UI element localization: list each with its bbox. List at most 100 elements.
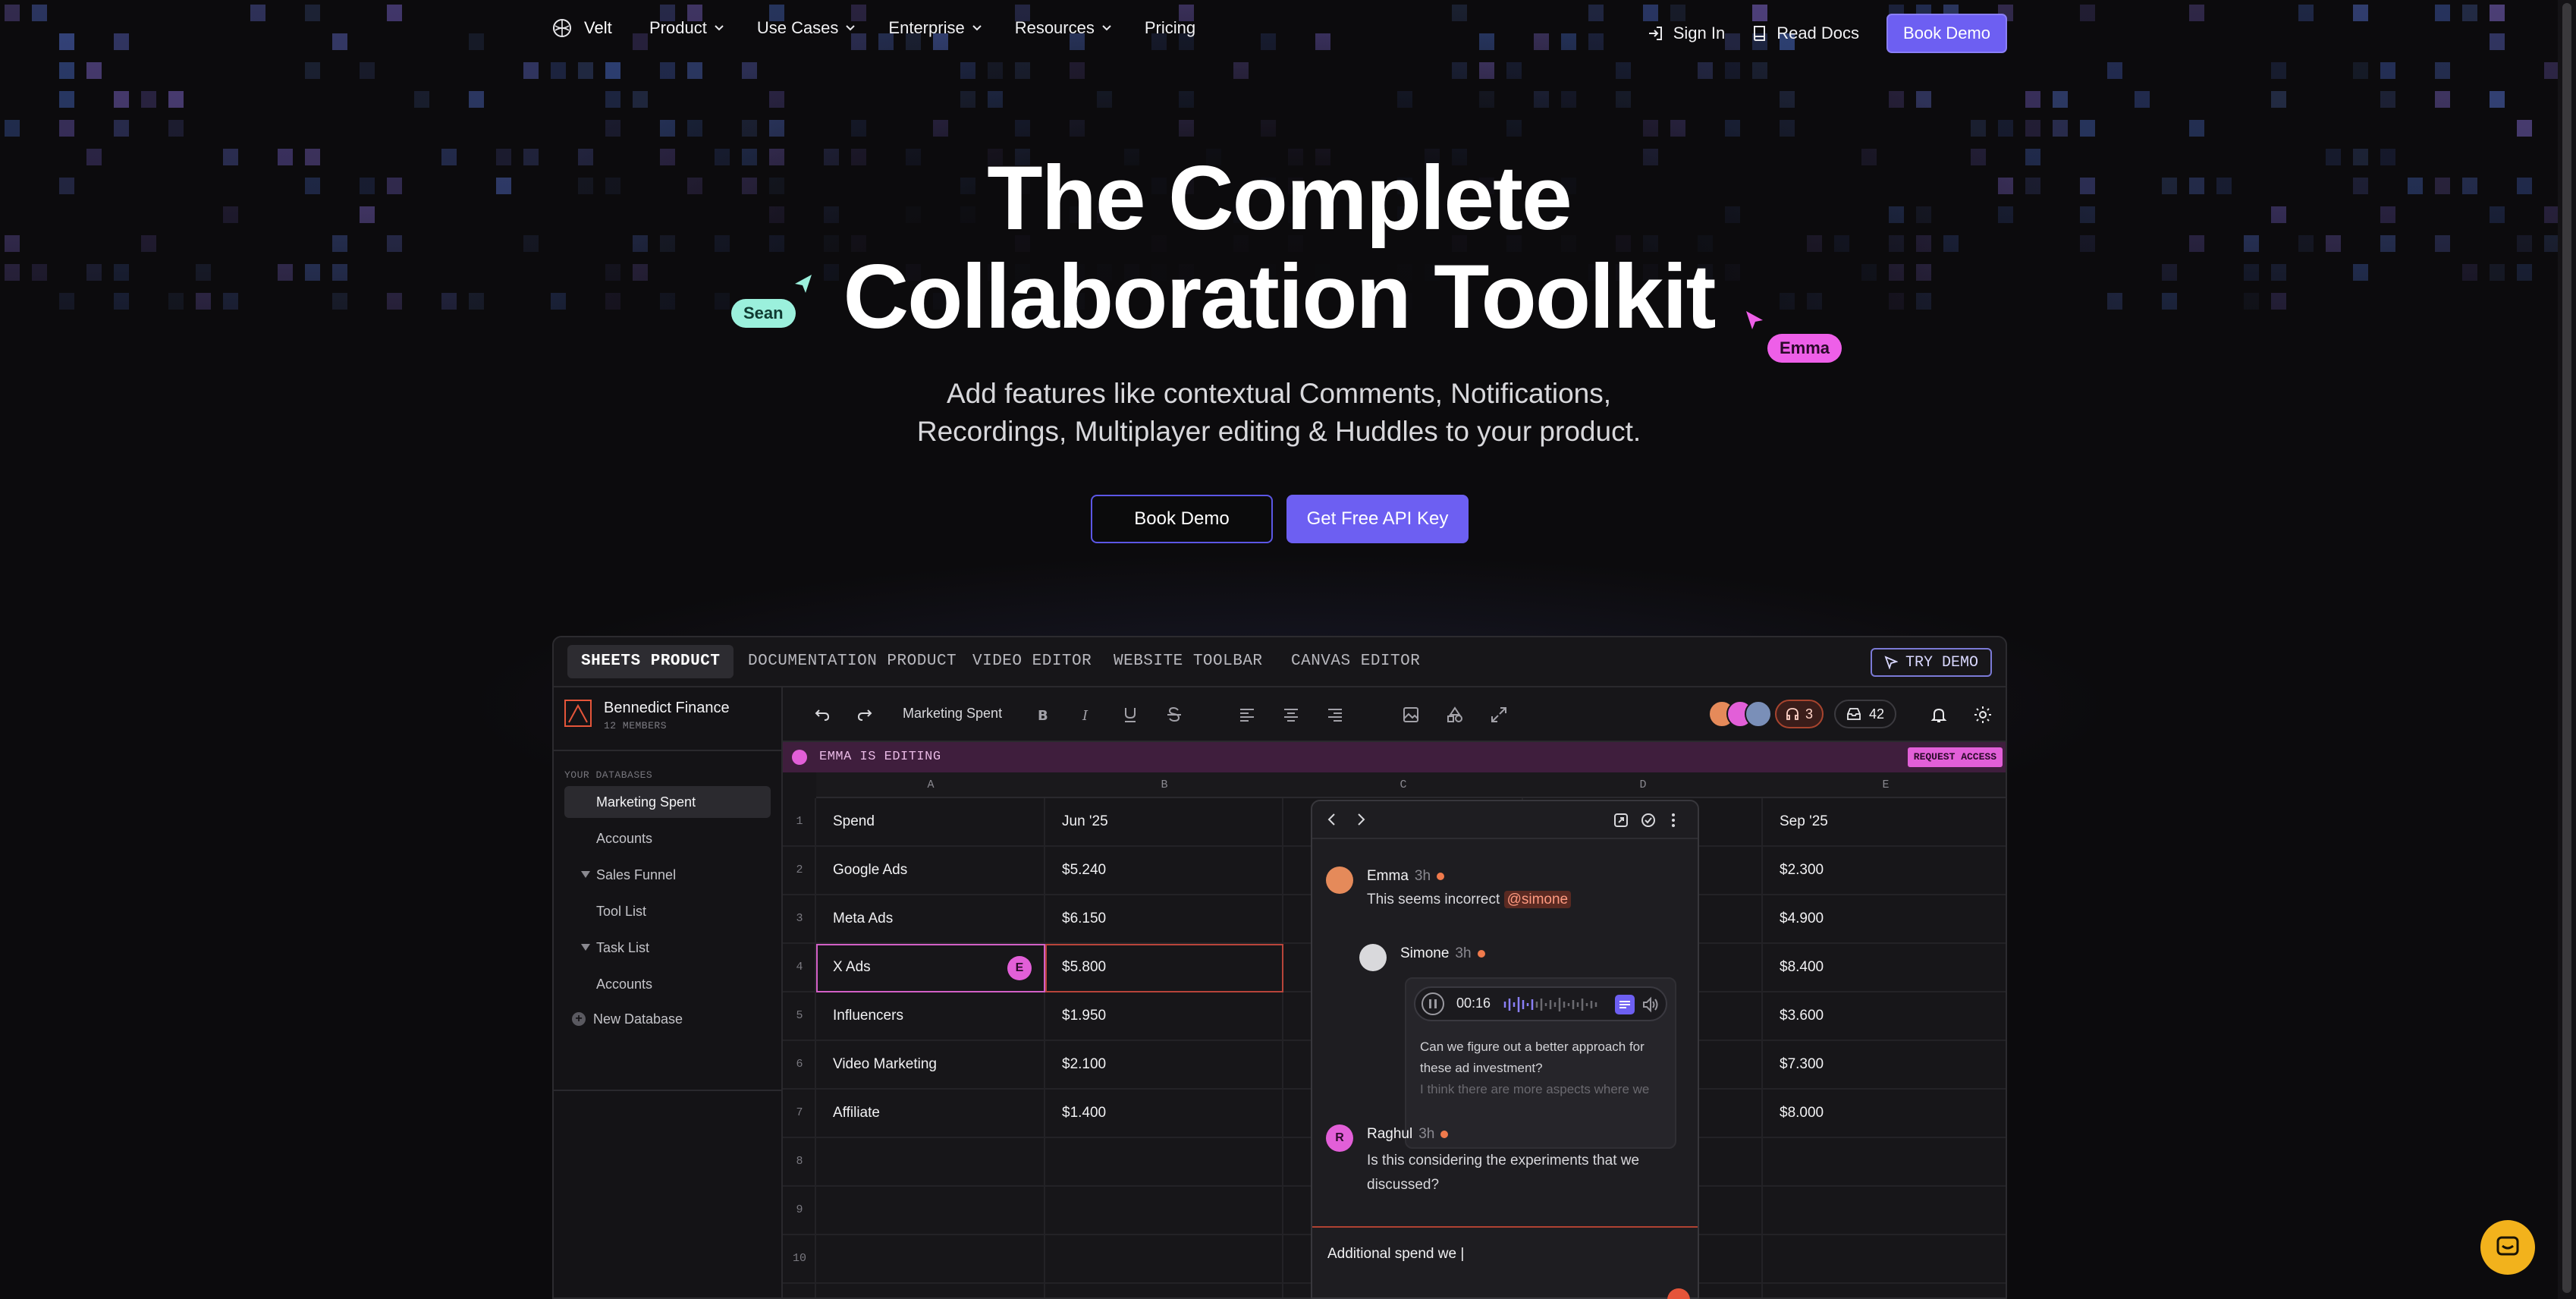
book-icon <box>1754 26 1766 41</box>
table-cell[interactable] <box>1763 1235 2006 1282</box>
velt-logo[interactable]: Velt <box>552 18 612 38</box>
table-cell[interactable]: Video Marketing <box>816 1041 1045 1088</box>
mention-chip[interactable]: @simone <box>1503 891 1572 908</box>
sidebar-group-task-list[interactable]: Task List <box>564 932 771 964</box>
pause-icon[interactable] <box>1422 992 1444 1015</box>
table-cell[interactable] <box>816 1138 1045 1185</box>
table-cell[interactable] <box>816 1235 1045 1282</box>
table-cell[interactable] <box>1763 1187 2006 1234</box>
request-access-button[interactable]: REQUEST ACCESS <box>1907 747 2003 767</box>
table-cell[interactable] <box>1045 1235 1283 1282</box>
get-api-key-button[interactable]: Get Free API Key <box>1286 495 1469 543</box>
align-left-icon[interactable] <box>1238 706 1256 724</box>
menu-use-cases[interactable]: Use Cases <box>757 18 856 38</box>
sidebar-item-accounts-2[interactable]: Accounts <box>564 968 771 1000</box>
chevron-left-icon[interactable] <box>1324 812 1340 827</box>
sidebar-item-accounts[interactable]: Accounts <box>564 822 771 854</box>
table-cell[interactable]: $2.300 <box>1763 847 2006 894</box>
column-header[interactable]: D <box>1523 772 1763 798</box>
table-cell[interactable]: $1.950 <box>1045 992 1283 1040</box>
underline-icon[interactable] <box>1121 706 1139 724</box>
sidebar-item-marketing-spent[interactable]: Marketing Spent <box>564 786 771 818</box>
row-number: 6 <box>796 1058 803 1071</box>
table-cell[interactable]: $2.100 <box>1045 1041 1283 1088</box>
chevron-right-icon[interactable] <box>1353 812 1368 827</box>
menu-resources[interactable]: Resources <box>1015 18 1111 38</box>
table-cell[interactable] <box>816 1187 1045 1234</box>
tab-website-toolbar[interactable]: WEBSITE TOOLBAR <box>1100 645 1277 678</box>
column-header[interactable]: C <box>1283 772 1523 798</box>
menu-product[interactable]: Product <box>649 18 724 38</box>
table-cell[interactable]: Jun '25 <box>1045 798 1283 845</box>
bold-icon[interactable]: B <box>1033 706 1051 724</box>
table-cell[interactable]: $6.150 <box>1045 895 1283 942</box>
comment-input[interactable]: Additional spend we | <box>1327 1246 1464 1263</box>
table-cell[interactable]: Google Ads <box>816 847 1045 894</box>
align-center-icon[interactable] <box>1282 706 1300 724</box>
inbox-count: 42 <box>1869 706 1885 722</box>
sidebar-group-sales-funnel[interactable]: Sales Funnel <box>564 859 771 891</box>
shapes-icon[interactable] <box>1446 706 1464 724</box>
table-cell[interactable] <box>1763 1138 2006 1185</box>
resolve-check-icon[interactable] <box>1640 812 1657 829</box>
table-cell[interactable]: $3.600 <box>1763 992 2006 1040</box>
column-header[interactable]: B <box>1045 772 1283 798</box>
table-cell[interactable]: $8.000 <box>1763 1090 2006 1137</box>
table-cell[interactable]: $8.400 <box>1763 944 2006 991</box>
table-cell[interactable]: Sep '25 <box>1763 798 2006 845</box>
bell-icon[interactable] <box>1930 706 1948 724</box>
table-cell[interactable] <box>1045 1138 1283 1185</box>
table-cell[interactable] <box>1045 1187 1283 1234</box>
table-cell[interactable]: $4.900 <box>1763 895 2006 942</box>
strikethrough-icon[interactable] <box>1165 706 1183 724</box>
table-cell[interactable]: Influencers <box>816 992 1045 1040</box>
hero-title-line-1: The Complete <box>987 147 1572 249</box>
italic-icon[interactable]: I <box>1077 706 1095 724</box>
table-cell[interactable]: $1.400 <box>1045 1090 1283 1137</box>
transcript-icon[interactable] <box>1614 994 1635 1015</box>
new-database-button[interactable]: + New Database <box>564 1003 771 1035</box>
column-header[interactable]: A <box>816 772 1045 798</box>
table-cell[interactable]: Spend <box>816 798 1045 845</box>
table-cell[interactable]: Affiliate <box>816 1090 1045 1137</box>
read-docs-link[interactable]: Read Docs <box>1752 24 1859 43</box>
workspace-header[interactable]: Bennedict Finance 12 MEMBERS <box>564 700 730 731</box>
column-header[interactable]: E <box>1763 772 2006 798</box>
comment-composer[interactable]: Additional spend we | <box>1312 1226 1698 1299</box>
redo-icon[interactable] <box>856 706 874 724</box>
sun-icon[interactable] <box>1974 706 1992 724</box>
tab-video-editor[interactable]: VIDEO EDITOR <box>959 645 1105 678</box>
comments-inbox-button[interactable]: 42 <box>1834 700 1897 728</box>
menu-pricing[interactable]: Pricing <box>1145 18 1195 38</box>
table-cell[interactable]: $7.300 <box>1763 1041 2006 1088</box>
table-cell[interactable]: $5.240 <box>1045 847 1283 894</box>
cursor-icon <box>1884 656 1898 669</box>
more-vertical-icon[interactable] <box>1669 812 1678 829</box>
image-icon[interactable] <box>1402 706 1420 724</box>
sheet-name[interactable]: Marketing Spent <box>903 706 1002 722</box>
tab-sheets-product[interactable]: SHEETS PRODUCT <box>567 645 734 678</box>
presence-avatars[interactable]: 3 <box>1708 700 1824 728</box>
send-button[interactable] <box>1667 1288 1690 1299</box>
tab-canvas-editor[interactable]: CANVAS EDITOR <box>1277 645 1434 678</box>
menu-enterprise[interactable]: Enterprise <box>888 18 982 38</box>
audio-player[interactable]: 00:16 <box>1414 986 1667 1021</box>
support-chat-button[interactable] <box>2480 1220 2535 1275</box>
tab-documentation-product[interactable]: DOCUMENTATION PRODUCT <box>734 645 970 678</box>
row-number: 10 <box>792 1252 806 1265</box>
expand-icon[interactable] <box>1490 706 1508 724</box>
book-demo-nav-button[interactable]: Book Demo <box>1886 14 2007 53</box>
page-scrollbar[interactable] <box>2558 0 2576 1299</box>
huddle-button[interactable]: 3 <box>1775 700 1824 728</box>
copy-link-icon[interactable] <box>1613 812 1629 829</box>
scrollbar-thumb[interactable] <box>2562 3 2571 1293</box>
undo-icon[interactable] <box>813 706 831 724</box>
try-demo-button[interactable]: TRY DEMO <box>1870 648 1992 677</box>
align-right-icon[interactable] <box>1326 706 1344 724</box>
volume-icon[interactable] <box>1641 995 1660 1014</box>
sidebar-item-tool-list[interactable]: Tool List <box>564 895 771 927</box>
book-demo-button[interactable]: Book Demo <box>1091 495 1273 543</box>
sign-in-link[interactable]: Sign In <box>1648 24 1725 43</box>
table-cell[interactable]: Meta Ads <box>816 895 1045 942</box>
audio-duration: 00:16 <box>1456 995 1491 1011</box>
